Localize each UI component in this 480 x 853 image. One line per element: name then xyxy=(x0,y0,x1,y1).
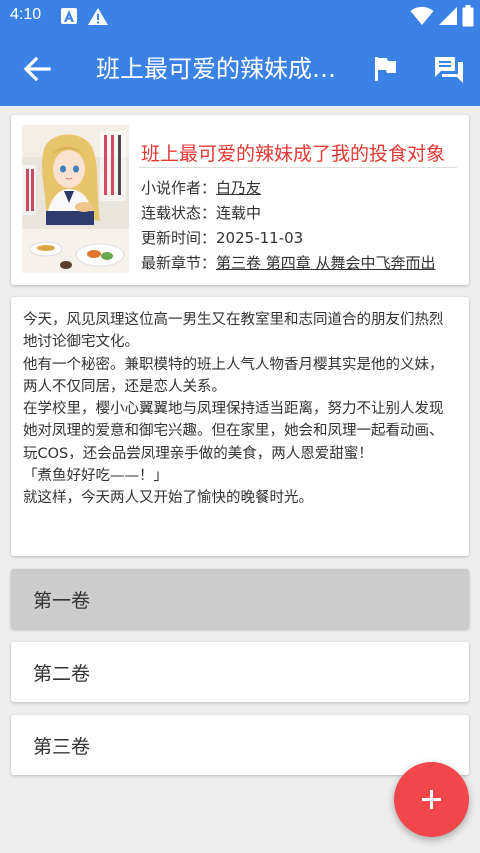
volume-label: 第二卷 xyxy=(33,663,91,685)
description-paragraph: 就这样，今天两人又开始了愉快的晚餐时光。 xyxy=(23,490,313,507)
volume-item-2[interactable]: 第二卷 xyxy=(11,642,469,702)
book-title: 班上最可爱的辣妹成了我的投食对象 xyxy=(141,143,446,165)
description-paragraph: 在学校里，樱小心翼翼地与凤理保持适当距离，努力不让别人发现她对凤理的爱意和御宅兴… xyxy=(23,401,444,462)
author-label: 小说作者： xyxy=(141,179,217,197)
latest-chapter-row: 最新章节：第三卷 第四章 从舞会中飞奔而出 xyxy=(141,252,436,273)
battery-icon xyxy=(462,5,474,27)
comments-icon[interactable] xyxy=(434,56,464,84)
description-paragraph: 他有一个秘密。兼职模特的班上人气人物香月樱其实是他的义妹，两人不仅同居，还是恋人… xyxy=(23,356,444,395)
signal-icon xyxy=(439,7,457,25)
plus-icon xyxy=(422,790,441,809)
updated-row: 更新时间：2025-11-03 xyxy=(141,227,303,248)
status-value: 连载中 xyxy=(216,204,262,222)
updated-label: 更新时间： xyxy=(141,229,217,247)
flag-icon[interactable] xyxy=(372,56,398,82)
description-paragraph: 「煮鱼好好吃——！」 xyxy=(23,468,168,485)
volume-label: 第一卷 xyxy=(33,590,91,612)
title-divider xyxy=(139,167,457,168)
status-label: 连载状态： xyxy=(141,204,217,222)
author-link[interactable]: 白乃友 xyxy=(216,179,261,197)
status-time: 4:10 xyxy=(10,6,42,23)
status-row: 连载状态：连载中 xyxy=(141,202,261,223)
wifi-icon xyxy=(410,6,434,25)
book-cover-image xyxy=(22,125,129,273)
app-bar: 班上最可爱的辣妹成了我的投食对象 xyxy=(0,32,480,106)
notification-a-icon xyxy=(61,8,77,24)
description-card: 今天，风见凤理这位高一男生又在教室里和志同道合的朋友们热烈地讨论御宅文化。 他有… xyxy=(11,297,469,556)
volume-item-1[interactable]: 第一卷 xyxy=(11,569,469,629)
description-paragraph: 今天，风见凤理这位高一男生又在教室里和志同道合的朋友们热烈地讨论御宅文化。 xyxy=(23,312,444,351)
updated-value: 2025-11-03 xyxy=(216,229,304,247)
add-fab-button[interactable] xyxy=(394,762,469,837)
volume-label: 第三卷 xyxy=(33,736,91,758)
latest-chapter-link[interactable]: 第三卷 第四章 从舞会中飞奔而出 xyxy=(216,254,436,272)
back-arrow-icon[interactable] xyxy=(22,54,52,84)
book-info-card[interactable]: 班上最可爱的辣妹成了我的投食对象 小说作者：白乃友 连载状态：连载中 更新时间：… xyxy=(11,115,469,285)
author-row: 小说作者：白乃友 xyxy=(141,177,261,198)
warning-icon xyxy=(88,8,108,25)
status-bar: 4:10 xyxy=(0,0,480,32)
app-bar-title: 班上最可爱的辣妹成了我的投食对象 xyxy=(96,55,346,83)
latest-chapter-label: 最新章节： xyxy=(141,254,217,272)
